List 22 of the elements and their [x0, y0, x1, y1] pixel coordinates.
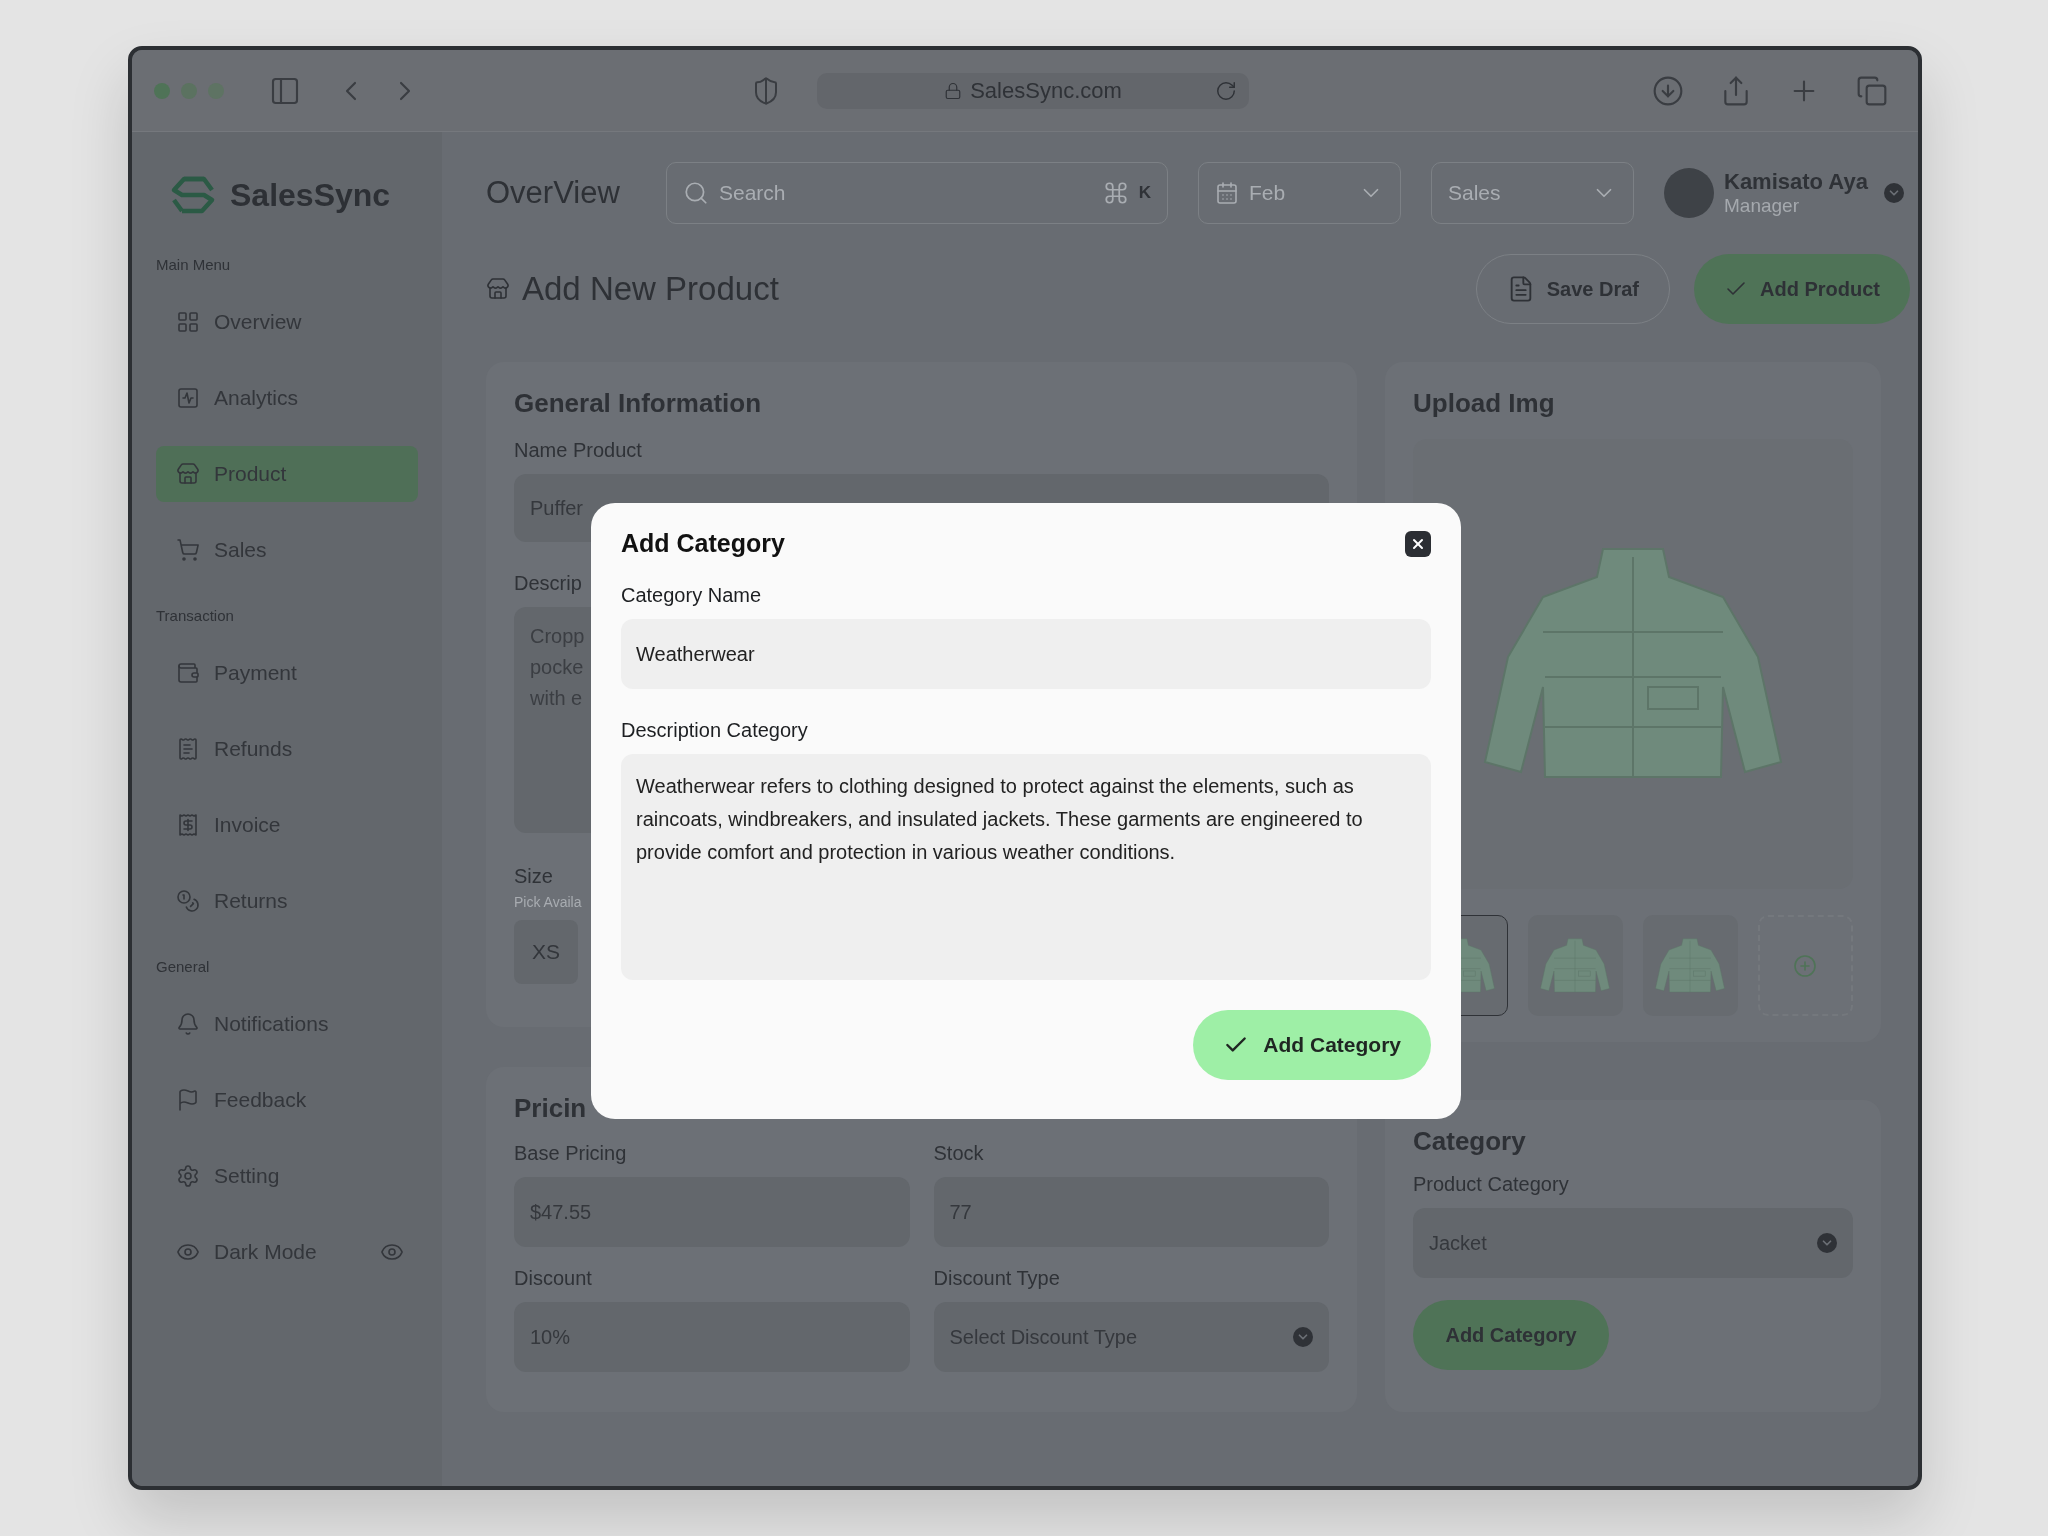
field-label: Category Name: [621, 584, 762, 607]
card-title: Category: [1413, 1126, 1526, 1157]
shortcut-key: K: [1138, 183, 1151, 203]
field-label: Stock: [933, 1142, 984, 1165]
size-hint: Pick Availa: [514, 894, 582, 910]
field-label: Size: [514, 865, 553, 888]
field-label: Name Product: [514, 439, 642, 462]
dialog-title: Add Category: [621, 529, 785, 558]
page-title: Add New Product: [522, 270, 780, 308]
field-label: Descrip: [514, 572, 582, 595]
field-label: Product Category: [1413, 1173, 1569, 1196]
field-label: Description Category: [621, 719, 808, 742]
card-title: Upload Img: [1413, 388, 1555, 419]
page-heading: OverView: [486, 175, 621, 211]
card-title: General Information: [514, 388, 762, 419]
field-label: Base Pricing: [514, 1142, 627, 1165]
brand-name: SalesSync: [230, 176, 391, 214]
card-title: Pricin: [514, 1093, 587, 1124]
user-role: Manager: [1724, 195, 1799, 217]
user-name: Kamisato Aya: [1724, 169, 1868, 195]
field-label: Discount Type: [933, 1267, 1060, 1290]
field-label: Discount: [514, 1267, 592, 1290]
